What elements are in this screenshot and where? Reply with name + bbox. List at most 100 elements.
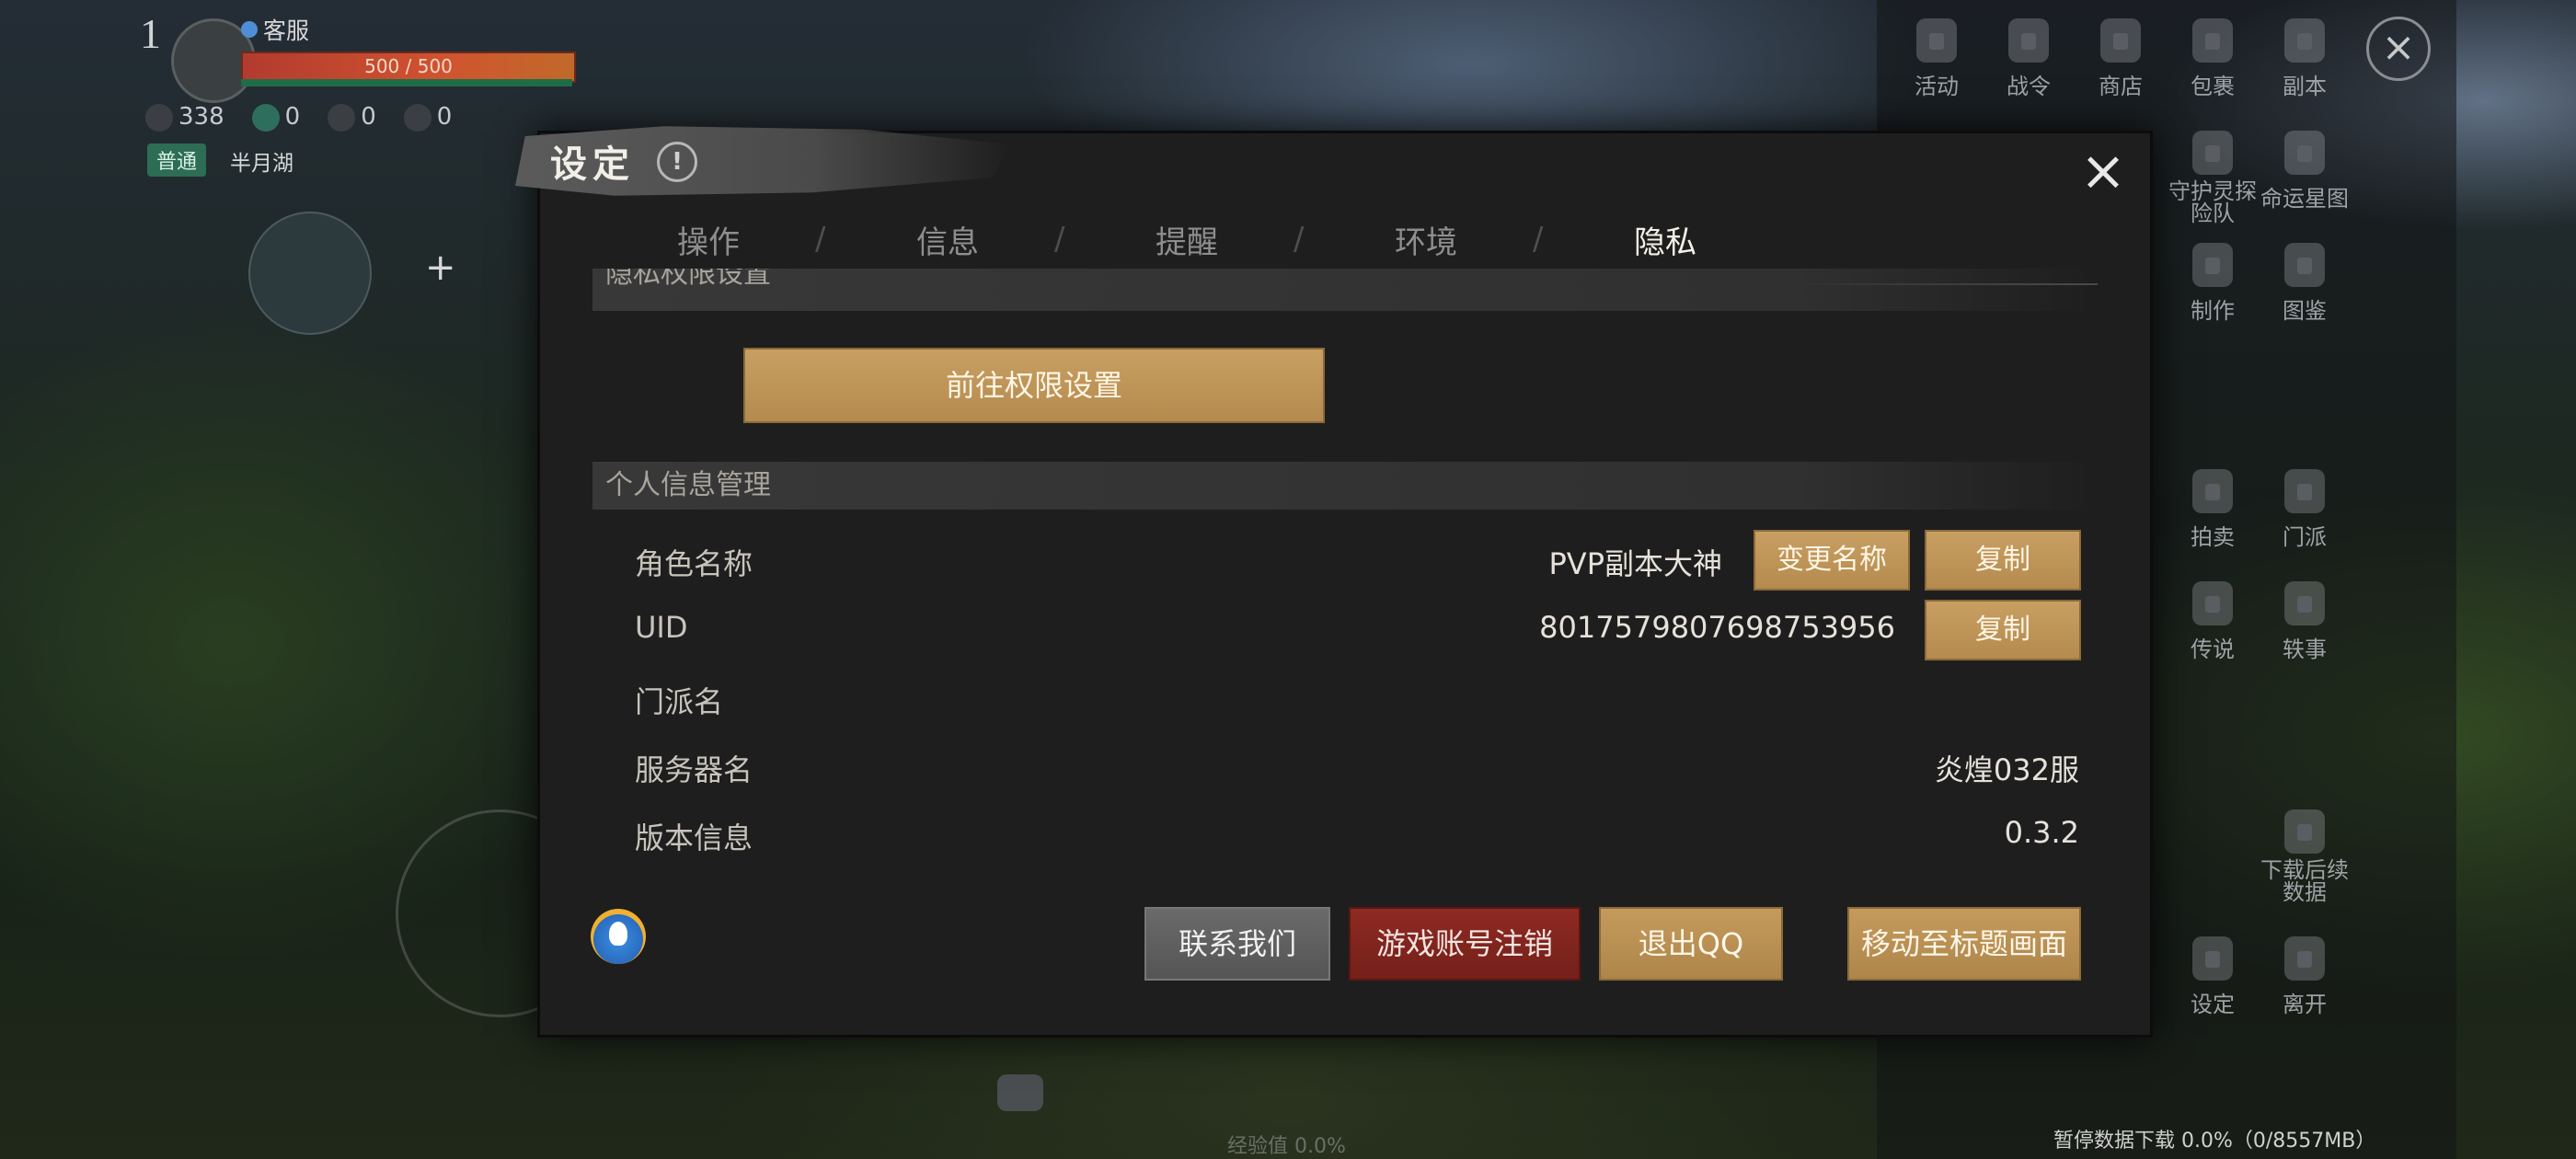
qq-penguin-shape	[609, 922, 627, 946]
privacy-section-title: 隐私权限设置	[605, 269, 771, 290]
lock-icon	[2192, 581, 2233, 625]
lock-icon	[2284, 581, 2325, 625]
lock-icon	[2284, 18, 2325, 63]
menu-label: 下载后续数据	[2260, 857, 2349, 905]
chat-icon[interactable]	[997, 1074, 1043, 1111]
menu-item-pass[interactable]: 战令	[1978, 18, 2079, 100]
version-value: 0.3.2	[2004, 815, 2079, 850]
tab-separator: /	[1294, 221, 1305, 258]
menu-label: 副本	[2283, 74, 2327, 99]
menu-item-download[interactable]: 下载后续数据	[2254, 809, 2355, 903]
menu-item-guardian[interactable]: 守护灵探险队	[2162, 131, 2263, 224]
stat-spirit: 0	[251, 103, 301, 132]
menu-label: 制作	[2191, 298, 2235, 324]
menu-label: 设定	[2191, 992, 2235, 1017]
hp-text: 500 / 500	[364, 55, 453, 77]
menu-label: 门派	[2283, 524, 2327, 550]
menu-item-sect[interactable]: 门派	[2254, 469, 2355, 551]
lock-icon	[2192, 469, 2233, 513]
menu-item-dungeon[interactable]: 副本	[2254, 18, 2355, 100]
menu-label: 图鉴	[2283, 298, 2327, 324]
customer-service-label: 客服	[263, 17, 310, 44]
stat-other-value: 0	[436, 103, 453, 131]
copy-name-button[interactable]: 复制	[1925, 530, 2081, 591]
menu-item-craft[interactable]: 制作	[2162, 243, 2263, 325]
personal-section-header: 个人信息管理	[592, 462, 2096, 510]
qq-icon	[591, 909, 646, 964]
customer-service-button[interactable]: 客服	[241, 13, 309, 46]
copy-uid-button[interactable]: 复制	[1925, 600, 2081, 660]
lock-icon	[2100, 18, 2141, 63]
location-name: 半月湖	[230, 152, 293, 176]
mp-bar	[241, 79, 572, 86]
logout-qq-button[interactable]: 退出QQ	[1599, 907, 1783, 981]
menu-item-starmap[interactable]: 命运星图	[2254, 131, 2355, 212]
character-name-value: PVP副本大神	[1548, 546, 1723, 581]
swords-icon	[328, 103, 356, 132]
hp-bar: 500 / 500	[241, 52, 576, 83]
row-label-character-name: 角色名称	[635, 546, 753, 581]
dialog-title: 设定	[550, 143, 635, 186]
menu-item-bag[interactable]: 包裹	[2162, 18, 2263, 100]
row-label-server: 服务器名	[635, 752, 753, 787]
row-label-sect: 门派名	[635, 684, 724, 719]
stat-combat: 338	[145, 103, 224, 132]
tab-reminders[interactable]: 提醒	[1156, 217, 1218, 262]
menu-label: 轶事	[2283, 637, 2327, 662]
menu-item-codex[interactable]: 图鉴	[2254, 243, 2355, 325]
menu-label: 活动	[1915, 74, 1959, 99]
customer-service-icon	[241, 21, 258, 38]
row-label-version: 版本信息	[635, 820, 753, 855]
stat-swords-value: 0	[361, 103, 376, 131]
tab-separator: /	[1054, 221, 1065, 258]
lock-icon	[1916, 18, 1957, 63]
menu-label: 传说	[2191, 637, 2235, 662]
menu-label: 战令	[2007, 74, 2051, 99]
lock-icon	[2192, 243, 2233, 287]
menu-label: 命运星图	[2260, 186, 2349, 212]
contact-us-button[interactable]: 联系我们	[1144, 907, 1330, 981]
stat-combat-value: 338	[178, 103, 224, 131]
tab-separator: /	[1533, 221, 1544, 258]
deregister-account-button[interactable]: 游戏账号注销	[1349, 907, 1581, 981]
minimap[interactable]	[248, 212, 372, 335]
mode-tag: 普通	[147, 143, 207, 177]
stat-spirit-value: 0	[284, 103, 301, 131]
spirit-icon	[251, 103, 280, 132]
info-icon[interactable]: !	[657, 142, 697, 182]
lock-icon	[2192, 18, 2233, 63]
tab-environment[interactable]: 环境	[1395, 217, 1457, 262]
row-label-uid: UID	[635, 610, 688, 645]
menu-item-shop[interactable]: 商店	[2070, 18, 2171, 100]
menu-item-auction[interactable]: 拍卖	[2162, 469, 2263, 551]
lock-icon	[2008, 18, 2049, 63]
privacy-section-header: 隐私权限设置	[592, 269, 2096, 311]
menu-item-leave[interactable]: 离开	[2254, 936, 2355, 1018]
stat-swords: 0	[328, 103, 376, 132]
menu-item-activity[interactable]: 活动	[1886, 18, 1987, 100]
tab-separator: /	[815, 221, 826, 258]
menu-item-settings[interactable]: 设定	[2162, 936, 2263, 1018]
player-level: 1	[140, 10, 161, 57]
menu-item-anecdote[interactable]: 轶事	[2254, 581, 2355, 663]
zoom-plus-icon[interactable]: +	[425, 247, 456, 289]
title-screen-button[interactable]: 移动至标题画面	[1847, 907, 2081, 981]
menu-label: 拍卖	[2191, 524, 2235, 550]
tab-controls[interactable]: 操作	[677, 217, 740, 262]
close-menu-icon[interactable]: ×	[2366, 17, 2431, 81]
menu-item-legend[interactable]: 传说	[2162, 581, 2263, 663]
server-value: 炎煌032服	[1934, 752, 2079, 787]
exp-text: 经验值 0.0%	[1227, 1135, 1346, 1158]
close-icon[interactable]: ×	[2076, 143, 2131, 199]
goto-permission-button[interactable]: 前往权限设置	[743, 348, 1325, 423]
download-icon	[2284, 809, 2325, 854]
tab-privacy[interactable]: 隐私	[1634, 217, 1696, 262]
item-icon	[403, 103, 431, 132]
rename-button[interactable]: 变更名称	[1754, 530, 1910, 591]
menu-label: 商店	[2099, 74, 2143, 99]
tab-info[interactable]: 信息	[916, 217, 979, 262]
personal-section-title: 个人信息管理	[605, 469, 771, 501]
combat-icon	[145, 103, 173, 132]
menu-label: 守护灵探险队	[2168, 178, 2257, 226]
menu-label: 包裹	[2191, 74, 2235, 99]
